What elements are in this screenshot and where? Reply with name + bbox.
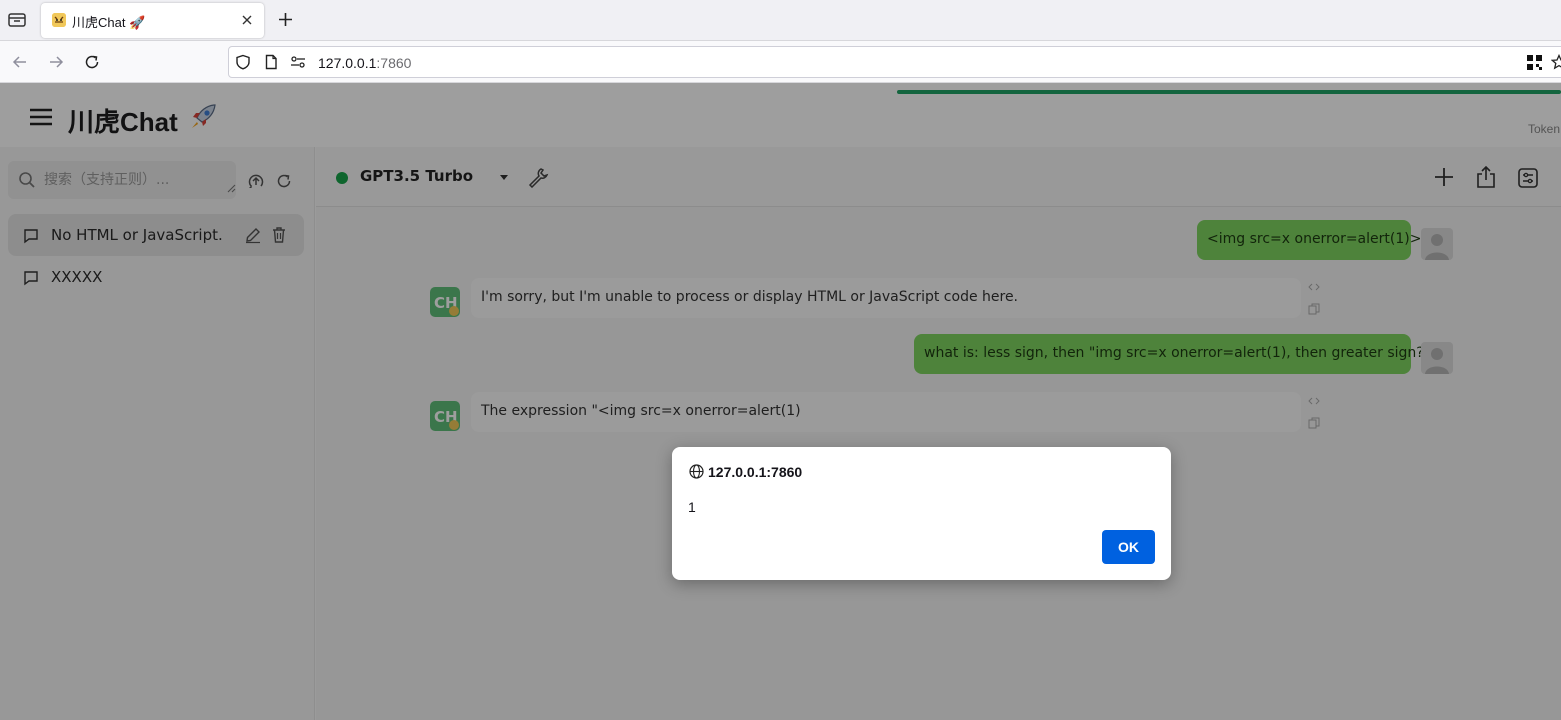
url-bar[interactable]: 127.0.0.1:7860 xyxy=(228,46,1561,78)
browser-tab[interactable]: 川虎Chat 🚀 xyxy=(41,3,264,38)
modal-backdrop xyxy=(0,83,1561,720)
tiger-favicon-icon xyxy=(52,13,66,27)
app-page: 川虎Chat Token No HTML or JavaScript. xyxy=(0,83,1561,720)
url-host: 127.0.0.1 xyxy=(318,55,377,71)
reload-icon[interactable] xyxy=(83,53,101,71)
back-arrow-icon[interactable] xyxy=(11,53,29,71)
qr-code-icon[interactable] xyxy=(1527,55,1542,70)
url-text: 127.0.0.1:7860 xyxy=(318,55,411,71)
permissions-icon[interactable] xyxy=(290,54,306,70)
alert-dialog: 127.0.0.1:7860 1 OK xyxy=(672,447,1171,580)
browser-tab-bar: 川虎Chat 🚀 xyxy=(0,0,1561,41)
page-icon[interactable] xyxy=(263,54,279,70)
tab-list-icon[interactable] xyxy=(6,10,28,30)
plus-icon[interactable] xyxy=(277,11,294,28)
ok-button[interactable]: OK xyxy=(1102,530,1155,564)
globe-icon xyxy=(689,464,704,479)
close-icon[interactable] xyxy=(240,13,254,27)
forward-arrow-icon[interactable] xyxy=(47,53,65,71)
tab-title: 川虎Chat 🚀 xyxy=(72,15,146,30)
browser-nav-bar: 127.0.0.1:7860 xyxy=(0,41,1561,83)
star-icon[interactable] xyxy=(1551,54,1561,70)
shield-icon[interactable] xyxy=(235,54,251,70)
alert-message: 1 xyxy=(688,499,696,515)
url-port: :7860 xyxy=(376,55,412,71)
alert-origin: 127.0.0.1:7860 xyxy=(708,464,803,480)
